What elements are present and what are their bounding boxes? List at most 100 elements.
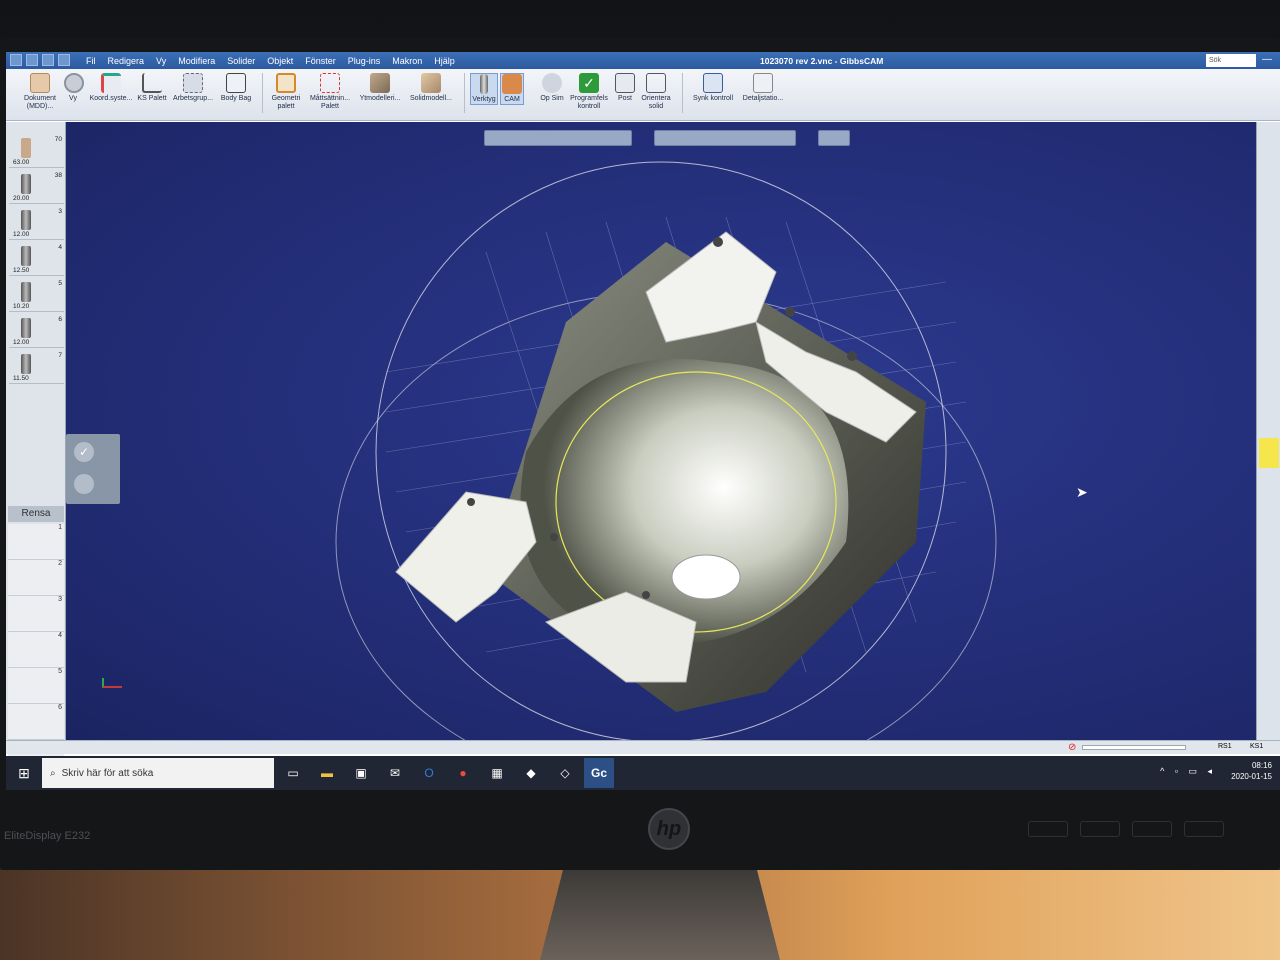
axis-triad-icon bbox=[102, 678, 122, 688]
tool-slot-5[interactable]: 5 10.20 bbox=[9, 278, 64, 312]
outlook-icon[interactable]: O bbox=[414, 758, 444, 788]
menu-fil[interactable]: Fil bbox=[86, 56, 96, 66]
solidmodell-button[interactable]: Solidmodell... bbox=[406, 73, 456, 103]
ytmodellering-button[interactable]: Ytmodelleri... bbox=[356, 73, 404, 103]
monitor-button[interactable] bbox=[1028, 821, 1068, 837]
tool-slot-4[interactable]: 4 12.50 bbox=[9, 242, 64, 276]
taskbar-search[interactable]: ⌕ Skriv här för att söka bbox=[42, 758, 274, 788]
monitor-button[interactable] bbox=[1132, 821, 1172, 837]
refresh-icon[interactable] bbox=[74, 474, 94, 494]
3d-viewport[interactable]: ➤ bbox=[66, 122, 1256, 740]
rensa-button[interactable]: Rensa bbox=[8, 506, 64, 522]
tool-slot-7[interactable]: 7 11.50 bbox=[9, 350, 64, 384]
menu-plugins[interactable]: Plug-ins bbox=[348, 56, 381, 66]
gibbscam-icon[interactable]: Gc bbox=[584, 758, 614, 788]
app-icon[interactable]: ◆ bbox=[516, 758, 546, 788]
store-icon[interactable]: ▣ bbox=[346, 758, 376, 788]
clock[interactable]: 08:16 2020-01-15 bbox=[1231, 760, 1272, 782]
detaljstation-button[interactable]: Detaljstatio... bbox=[738, 73, 788, 103]
op-slot[interactable]: 3 bbox=[8, 596, 64, 632]
axis-icon bbox=[142, 73, 162, 93]
menu-vy[interactable]: Vy bbox=[156, 56, 166, 66]
body-bag-button[interactable]: Body Bag bbox=[218, 73, 254, 103]
vy-button[interactable]: Vy bbox=[64, 73, 84, 103]
mattsattning-button[interactable]: Måttsättnin... Palett bbox=[306, 73, 354, 111]
post-icon bbox=[615, 73, 635, 93]
ks-palett-button[interactable]: KS Palett bbox=[136, 73, 168, 103]
selected-process-slot[interactable] bbox=[1259, 438, 1279, 468]
menu-solider[interactable]: Solider bbox=[227, 56, 255, 66]
file-explorer-icon[interactable]: ▬ bbox=[312, 758, 342, 788]
screen: Fil Redigera Vy Modifiera Solider Objekt… bbox=[6, 52, 1280, 790]
redo-icon[interactable] bbox=[58, 54, 70, 66]
windows-start-icon[interactable]: ⊞ bbox=[6, 756, 42, 790]
verktyg-button[interactable]: Verktyg bbox=[470, 73, 498, 105]
tool-slot-2[interactable]: 38 20.00 bbox=[9, 170, 64, 204]
monitor-button[interactable] bbox=[1184, 821, 1224, 837]
app-icon[interactable] bbox=[10, 54, 22, 66]
dimension-icon bbox=[320, 73, 340, 93]
view-gear-icon bbox=[64, 73, 84, 93]
menu-objekt[interactable]: Objekt bbox=[267, 56, 293, 66]
check-icon[interactable]: ✓ bbox=[74, 442, 94, 462]
drill-icon bbox=[21, 174, 31, 194]
rs-label: RS1 bbox=[1218, 743, 1232, 750]
programfels-kontroll-button[interactable]: ✓ Programfels kontroll bbox=[568, 73, 610, 111]
tool-slot-6[interactable]: 6 12.00 bbox=[9, 314, 64, 348]
menu-fonster[interactable]: Fönster bbox=[305, 56, 336, 66]
process-bar bbox=[1256, 122, 1280, 742]
progress-bar bbox=[1082, 745, 1186, 750]
minimize-icon[interactable]: — bbox=[1262, 54, 1272, 65]
undo-icon[interactable] bbox=[42, 54, 54, 66]
orient-icon bbox=[646, 73, 666, 93]
operation-flyout[interactable]: ✓ bbox=[66, 434, 120, 504]
search-icon: ⌕ bbox=[50, 767, 56, 779]
search-input[interactable]: Sök bbox=[1206, 54, 1256, 67]
tool-list-panel: 70 63.00 38 20.00 3 12.00 4 12.50 5 10.20 6 12… bbox=[6, 122, 66, 790]
drill-icon bbox=[21, 246, 31, 266]
calculator-icon[interactable]: ▦ bbox=[482, 758, 512, 788]
coordinate-system-icon bbox=[101, 73, 121, 93]
tool-slot-3[interactable]: 3 12.00 bbox=[9, 206, 64, 240]
ribbon-separator bbox=[464, 73, 465, 113]
mail-icon[interactable]: ✉ bbox=[380, 758, 410, 788]
monitor-button[interactable] bbox=[1080, 821, 1120, 837]
tool-slot-1[interactable]: 70 63.00 bbox=[9, 134, 64, 168]
orientera-solid-button[interactable]: Orientera solid bbox=[638, 73, 674, 111]
op-sim-button[interactable]: Op Sim bbox=[540, 73, 564, 103]
title-bar: Fil Redigera Vy Modifiera Solider Objekt… bbox=[6, 52, 1280, 69]
cam-button[interactable]: CAM bbox=[500, 73, 524, 105]
dokument-button[interactable]: Dokument (MDD)... bbox=[18, 73, 62, 111]
mouse-cursor-icon: ➤ bbox=[1076, 484, 1088, 500]
op-slot[interactable]: 4 bbox=[8, 632, 64, 668]
workgroup-icon bbox=[183, 73, 203, 93]
tap-icon bbox=[21, 318, 31, 338]
solid-icon bbox=[421, 73, 441, 93]
geometri-palett-button[interactable]: Geometri palett bbox=[268, 73, 304, 111]
system-tray[interactable]: ^ ▫ ▭ ◂ bbox=[1160, 766, 1216, 777]
ribbon-separator bbox=[262, 73, 263, 113]
save-icon[interactable] bbox=[26, 54, 38, 66]
drill-icon bbox=[21, 210, 31, 230]
menu-hjalp[interactable]: Hjälp bbox=[434, 56, 455, 66]
stop-icon[interactable]: ⊘ bbox=[1068, 742, 1076, 753]
menu-redigera[interactable]: Redigera bbox=[108, 56, 145, 66]
monitor-stand bbox=[540, 866, 780, 960]
task-view-icon[interactable]: ▭ bbox=[278, 758, 308, 788]
op-slot[interactable]: 2 bbox=[8, 560, 64, 596]
arbetsgrupp-button[interactable]: Arbetsgrup... bbox=[170, 73, 216, 103]
menu-modifiera[interactable]: Modifiera bbox=[178, 56, 215, 66]
op-slot[interactable]: 5 bbox=[8, 668, 64, 704]
post-button[interactable]: Post bbox=[614, 73, 636, 103]
app-icon[interactable]: ◇ bbox=[550, 758, 580, 788]
menu-bar: Fil Redigera Vy Modifiera Solider Objekt… bbox=[86, 56, 455, 66]
face-mill-icon bbox=[21, 138, 31, 158]
chrome-icon[interactable]: ● bbox=[448, 758, 478, 788]
koord-system-button[interactable]: Koord.syste... bbox=[86, 73, 136, 103]
op-slot[interactable]: 6 bbox=[8, 704, 64, 740]
ks-label: KS1 bbox=[1250, 743, 1264, 750]
menu-makron[interactable]: Makron bbox=[392, 56, 422, 66]
op-slot[interactable]: 1 bbox=[8, 524, 64, 560]
synk-kontroll-button[interactable]: Synk kontroll bbox=[690, 73, 736, 103]
monitor-model-label: EliteDisplay E232 bbox=[4, 830, 91, 842]
